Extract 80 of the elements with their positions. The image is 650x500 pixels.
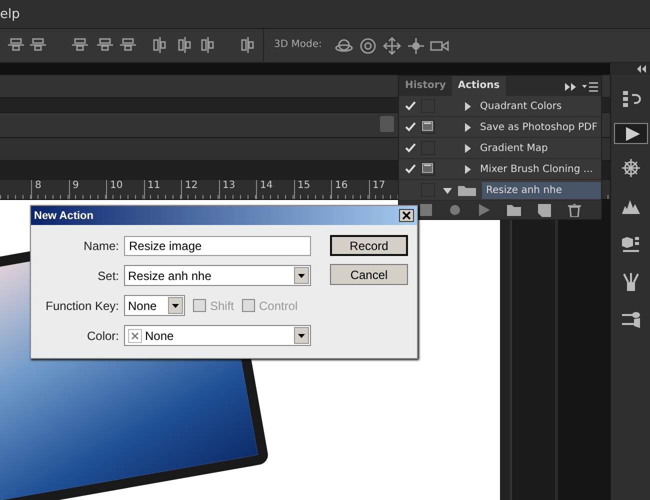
checkbox-label: Control xyxy=(259,298,298,312)
slide-3d-icon[interactable] xyxy=(406,37,426,55)
ruler-label: 11 xyxy=(144,180,181,199)
ruler-label: 12 xyxy=(181,180,218,199)
align-icon[interactable] xyxy=(72,37,88,53)
field-label: Function Key: xyxy=(44,298,119,312)
name-field[interactable]: Resize image xyxy=(124,236,311,256)
dialog-toggle[interactable] xyxy=(421,162,435,176)
checkbox-label: Shift xyxy=(210,298,234,312)
stop-icon[interactable] xyxy=(420,204,432,216)
drag-3d-icon[interactable] xyxy=(382,37,402,55)
color-dropdown[interactable]: None xyxy=(124,325,311,346)
panel-tab[interactable]: Actions xyxy=(452,76,506,96)
align-icon[interactable] xyxy=(200,37,216,53)
ruler-label: 15 xyxy=(294,180,331,199)
align-icon[interactable] xyxy=(240,37,256,53)
dock-button[interactable] xyxy=(614,123,648,144)
close-button[interactable] xyxy=(399,209,414,222)
dialog-icon xyxy=(422,163,433,174)
function-key-dropdown[interactable]: None xyxy=(124,295,185,316)
dialog-toggle[interactable] xyxy=(421,120,435,134)
action-item[interactable]: Quadrant Colors xyxy=(478,100,564,112)
action-item[interactable]: Gradient Map xyxy=(478,142,550,154)
align-icon[interactable] xyxy=(30,37,46,53)
set-dropdown[interactable]: Resize anh nhe xyxy=(124,265,311,286)
new-item-icon[interactable] xyxy=(538,204,550,217)
field-label: Color: xyxy=(86,328,119,342)
collapsed-triangle-icon[interactable] xyxy=(463,122,472,132)
collapsed-triangle-icon[interactable] xyxy=(463,164,472,174)
ruler-label: 8 xyxy=(31,180,68,199)
checkmark-icon[interactable] xyxy=(404,122,416,132)
align-icon[interactable] xyxy=(177,37,193,53)
align-icon[interactable] xyxy=(8,37,24,53)
collapsed-triangle-icon[interactable] xyxy=(463,102,472,111)
ruler-label: 14 xyxy=(256,180,294,199)
dropdown-arrow-icon xyxy=(298,274,305,278)
menu-icon[interactable] xyxy=(582,82,598,92)
dialog-icon xyxy=(422,121,433,132)
checkmark-icon[interactable] xyxy=(404,164,416,174)
roll-3d-icon[interactable] xyxy=(358,37,378,55)
dropdown-arrow-icon xyxy=(298,334,305,338)
dialog-button[interactable]: Cancel xyxy=(330,264,408,285)
action-row[interactable]: Quadrant Colors xyxy=(399,96,601,118)
play-icon[interactable] xyxy=(478,204,490,216)
ruler-label: 13 xyxy=(218,180,256,199)
expanded-triangle-icon[interactable] xyxy=(443,186,452,195)
no-color-icon xyxy=(128,328,142,342)
folder-icon xyxy=(458,184,476,196)
action-row[interactable]: Resize anh nhe xyxy=(399,180,601,202)
field-label: Set: xyxy=(96,268,119,282)
mode-label: 3D Mode: xyxy=(274,39,322,50)
cube-icon xyxy=(620,234,640,254)
align-icon[interactable] xyxy=(152,37,168,53)
brush-cup-icon xyxy=(620,272,640,292)
dialog-title: New Action xyxy=(34,210,94,222)
wheel-icon xyxy=(620,158,640,178)
ruler-label: 9 xyxy=(68,180,106,199)
checkmark-icon[interactable] xyxy=(404,143,416,154)
close-icon xyxy=(402,211,411,220)
ruler-label: 10 xyxy=(106,180,144,199)
dialog-button[interactable]: Record xyxy=(330,235,408,256)
expand-icon[interactable] xyxy=(565,82,577,92)
align-icon[interactable] xyxy=(97,37,113,53)
action-item[interactable]: Save as Photoshop PDF xyxy=(478,122,600,133)
record-icon[interactable] xyxy=(448,204,460,216)
field-label: Name: xyxy=(82,238,119,252)
history-icon xyxy=(620,89,640,109)
folder-icon[interactable] xyxy=(506,204,520,216)
collapse-icon[interactable] xyxy=(636,65,646,73)
menu-item[interactable]: elp xyxy=(0,6,20,22)
panel-tab[interactable]: History xyxy=(399,76,452,96)
checkmark-icon[interactable] xyxy=(404,101,416,112)
ruler-label: 16 xyxy=(331,180,368,199)
collapsed-triangle-icon[interactable] xyxy=(463,144,472,153)
dropdown-arrow-icon xyxy=(172,304,179,308)
action-item[interactable]: Mixer Brush Cloning ... xyxy=(478,164,595,175)
action-item[interactable]: Resize anh nhe xyxy=(482,182,601,199)
trash-icon[interactable] xyxy=(568,204,580,217)
brush-icon xyxy=(620,310,640,330)
align-icon[interactable] xyxy=(120,37,136,53)
